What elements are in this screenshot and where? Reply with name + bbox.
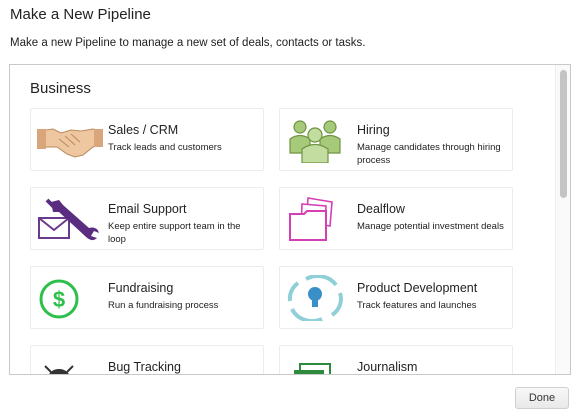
people-icon: [289, 120, 341, 163]
folders-icon: [289, 197, 333, 241]
dollar-icon: $: [39, 279, 79, 319]
template-panel: Business Sales / CRM Track leads and cus…: [9, 64, 571, 375]
card-title: Hiring: [357, 123, 390, 137]
card-description: Keep entire support team in the loop: [108, 221, 241, 245]
template-card-fundraising[interactable]: $ Fundraising Run a fundraising process: [30, 266, 264, 329]
template-scroll-area[interactable]: Business Sales / CRM Track leads and cus…: [10, 65, 556, 374]
card-title: Sales / CRM: [108, 123, 179, 137]
template-card-email-support[interactable]: Email Support Keep entire support team i…: [30, 187, 264, 250]
card-title: Fundraising: [108, 281, 174, 295]
handshake-icon: [37, 128, 103, 158]
template-card-journalism[interactable]: Journalism: [279, 345, 513, 374]
template-card-hiring[interactable]: Hiring Manage candidates through hiring …: [279, 108, 513, 171]
template-card-bug-tracking[interactable]: Bug Tracking: [30, 345, 264, 374]
card-title: Journalism: [357, 360, 418, 374]
card-title: Bug Tracking: [108, 360, 181, 374]
card-title: Dealflow: [357, 202, 405, 216]
card-title: Product Development: [357, 281, 478, 295]
scrollbar[interactable]: [555, 65, 570, 374]
template-card-sales-crm[interactable]: Sales / CRM Track leads and customers: [30, 108, 264, 171]
card-description: Track features and launches: [357, 300, 477, 311]
scrollbar-thumb[interactable]: [560, 70, 567, 198]
card-title: Email Support: [108, 202, 187, 216]
lightbulb-cycle-icon: [287, 275, 343, 321]
svg-text:$: $: [53, 287, 65, 312]
section-heading: Business: [30, 80, 91, 97]
dialog-description: Make a new Pipeline to manage a new set …: [10, 37, 366, 49]
card-description: Run a fundraising process: [108, 300, 219, 311]
template-card-dealflow[interactable]: Dealflow Manage potential investment dea…: [279, 187, 513, 250]
newspaper-icon: [294, 363, 331, 374]
done-button[interactable]: Done: [515, 387, 569, 409]
template-card-product-development[interactable]: Product Development Track features and l…: [279, 266, 513, 329]
dialog-title: Make a New Pipeline: [10, 6, 151, 23]
card-description: Track leads and customers: [108, 142, 222, 153]
card-description: Manage candidates through hiring process: [357, 142, 501, 166]
card-description: Manage potential investment deals: [357, 221, 504, 232]
envelope-wrench-icon: [38, 198, 99, 241]
bug-icon: [44, 365, 74, 374]
